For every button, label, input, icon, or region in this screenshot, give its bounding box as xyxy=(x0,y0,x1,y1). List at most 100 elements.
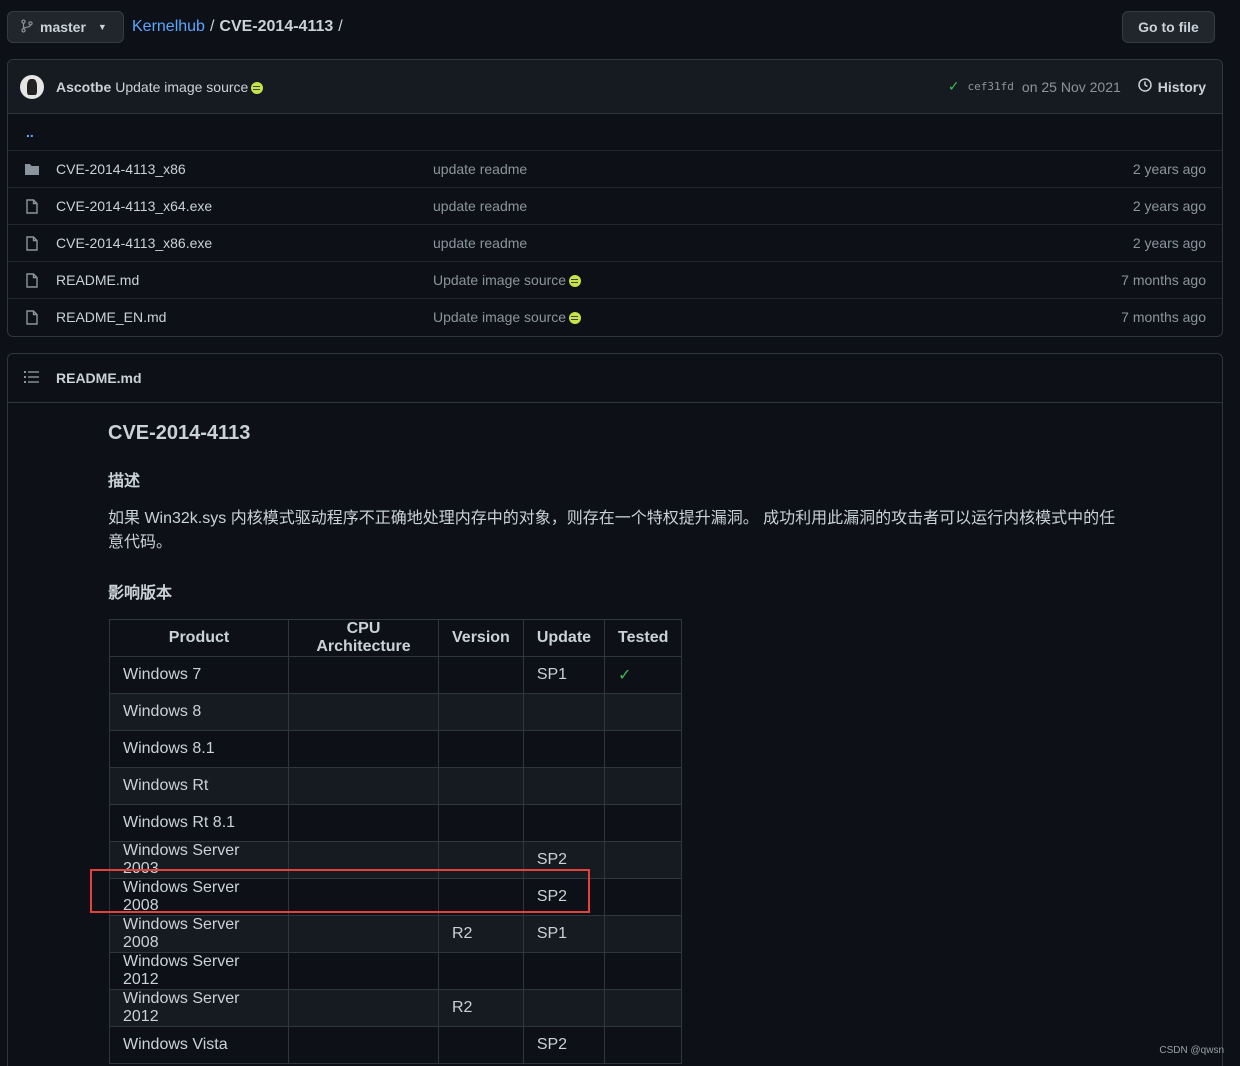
table-cell xyxy=(288,841,439,879)
table-cell: SP2 xyxy=(522,841,606,879)
file-commit-message[interactable]: Update image source xyxy=(433,309,1121,325)
table-cell xyxy=(604,804,683,842)
table-cell: Windows Server 2008 xyxy=(109,915,289,953)
table-cell: SP1 xyxy=(522,915,606,953)
table-cell xyxy=(438,841,524,879)
readme-filename[interactable]: README.md xyxy=(56,370,142,386)
table-cell xyxy=(438,1026,524,1064)
commit-date: on 25 Nov 2021 xyxy=(1021,78,1121,95)
file-age: 2 years ago xyxy=(1132,161,1206,177)
table-cell: Windows Server 2008 xyxy=(109,878,289,916)
table-cell: R2 xyxy=(438,915,524,953)
table-cell: Windows Server 2012 xyxy=(109,989,289,1027)
table-cell xyxy=(438,952,524,990)
file-icon xyxy=(24,272,40,288)
file-age: 7 months ago xyxy=(1121,309,1206,325)
file-row[interactable]: CVE-2014-4113_x86.exe update readme 2 ye… xyxy=(8,224,1222,261)
repo-topbar: master ▼ Kernelhub / CVE-2014-4113 / Go … xyxy=(7,11,1215,43)
table-row: Windows Rt xyxy=(109,767,683,805)
column-header: CPU Architecture xyxy=(288,619,439,657)
table-cell xyxy=(288,989,439,1027)
commit-author[interactable]: Ascotbe xyxy=(56,79,111,95)
branch-select-button[interactable]: master ▼ xyxy=(7,11,124,43)
table-row: Windows Server 2012 xyxy=(109,952,683,990)
table-cell: Windows Rt 8.1 xyxy=(109,804,289,842)
table-cell xyxy=(522,804,606,842)
affected-versions-table: Product CPU Architecture Version Update … xyxy=(109,619,683,1064)
history-icon xyxy=(1137,77,1153,96)
table-cell: ✓ xyxy=(604,656,683,694)
latest-commit-bar: Ascotbe Update image source ✓ cef31fd on… xyxy=(8,60,1222,114)
file-icon xyxy=(24,309,40,325)
table-cell xyxy=(522,952,606,990)
commit-sha[interactable]: cef31fd xyxy=(968,80,1014,93)
table-cell xyxy=(288,730,439,768)
file-row[interactable]: README.md Update image source 7 months a… xyxy=(8,261,1222,298)
commit-meta: ✓ cef31fd on 25 Nov 2021 History xyxy=(948,77,1206,96)
file-commit-message[interactable]: update readme xyxy=(433,235,1133,251)
breadcrumb-current-folder: CVE-2014-4113 xyxy=(219,18,334,35)
table-cell: R2 xyxy=(438,989,524,1027)
file-commit-message[interactable]: update readme xyxy=(433,198,1133,214)
column-header: Version xyxy=(438,619,524,657)
history-link[interactable]: History xyxy=(1137,77,1206,96)
table-row: Windows Server 2008 R2 SP1 xyxy=(109,915,683,953)
table-header-row: Product CPU Architecture Version Update … xyxy=(109,619,683,657)
history-label: History xyxy=(1157,78,1206,95)
git-branch-icon xyxy=(20,18,34,36)
file-row[interactable]: CVE-2014-4113_x64.exe update readme 2 ye… xyxy=(8,187,1222,224)
breadcrumb-separator: / xyxy=(209,18,215,35)
file-commit-message-text: Update image source xyxy=(433,272,567,288)
table-cell: SP2 xyxy=(522,878,606,916)
check-icon: ✓ xyxy=(947,78,960,94)
avatar[interactable] xyxy=(20,74,44,99)
table-cell: Windows Rt xyxy=(109,767,289,805)
parent-directory-link[interactable]: .. xyxy=(8,114,1222,150)
description-text: 如果 Win32k.sys 内核模式驱动程序不正确地处理内存中的对象，则存在一个… xyxy=(108,510,1116,551)
table-row: Windows Server 2012 R2 xyxy=(109,989,683,1027)
commit-message[interactable]: Update image source xyxy=(115,79,264,95)
table-cell xyxy=(288,915,439,953)
table-cell xyxy=(288,952,439,990)
table-cell: Windows 8 xyxy=(109,693,289,731)
breadcrumb-repo-link[interactable]: Kernelhub xyxy=(132,18,205,36)
file-name[interactable]: CVE-2014-4113_x64.exe xyxy=(56,198,433,214)
table-cell xyxy=(604,1026,683,1064)
file-commit-message[interactable]: update readme xyxy=(433,161,1133,177)
file-commit-message[interactable]: Update image source xyxy=(433,272,1121,288)
table-cell xyxy=(438,656,524,694)
table-row: Windows Server 2003 SP2 xyxy=(109,841,683,879)
branch-name: master xyxy=(40,19,86,35)
list-unordered-icon[interactable] xyxy=(24,370,40,387)
table-cell xyxy=(288,767,439,805)
emoji-icon xyxy=(251,81,264,94)
go-to-file-button[interactable]: Go to file xyxy=(1122,11,1215,43)
column-header: Tested xyxy=(604,619,683,657)
description-heading: 描述 xyxy=(108,473,141,490)
table-cell xyxy=(522,989,606,1027)
table-cell xyxy=(604,841,683,879)
file-age: 7 months ago xyxy=(1121,272,1206,288)
file-name[interactable]: README.md xyxy=(56,272,433,288)
table-row: Windows Rt 8.1 xyxy=(109,804,683,842)
table-cell xyxy=(604,952,683,990)
file-name[interactable]: CVE-2014-4113_x86.exe xyxy=(56,235,433,251)
table-cell: Windows 7 xyxy=(109,656,289,694)
emoji-icon xyxy=(569,312,582,324)
file-name[interactable]: README_EN.md xyxy=(56,309,433,325)
table-cell: Windows 8.1 xyxy=(109,730,289,768)
file-name[interactable]: CVE-2014-4113_x86 xyxy=(56,161,433,177)
table-cell xyxy=(522,693,606,731)
file-row[interactable]: CVE-2014-4113_x86 update readme 2 years … xyxy=(8,150,1222,187)
table-cell xyxy=(288,693,439,731)
emoji-icon xyxy=(569,275,582,287)
table-cell xyxy=(288,1026,439,1064)
table-cell: Windows Server 2003 xyxy=(109,841,289,879)
table-cell: Windows Vista xyxy=(109,1026,289,1064)
file-age: 2 years ago xyxy=(1132,198,1206,214)
readme-title: CVE-2014-4113 xyxy=(108,422,251,444)
file-row[interactable]: README_EN.md Update image source 7 month… xyxy=(8,298,1222,335)
table-cell xyxy=(604,989,683,1027)
column-header: Product xyxy=(109,619,289,657)
table-cell xyxy=(604,693,683,731)
